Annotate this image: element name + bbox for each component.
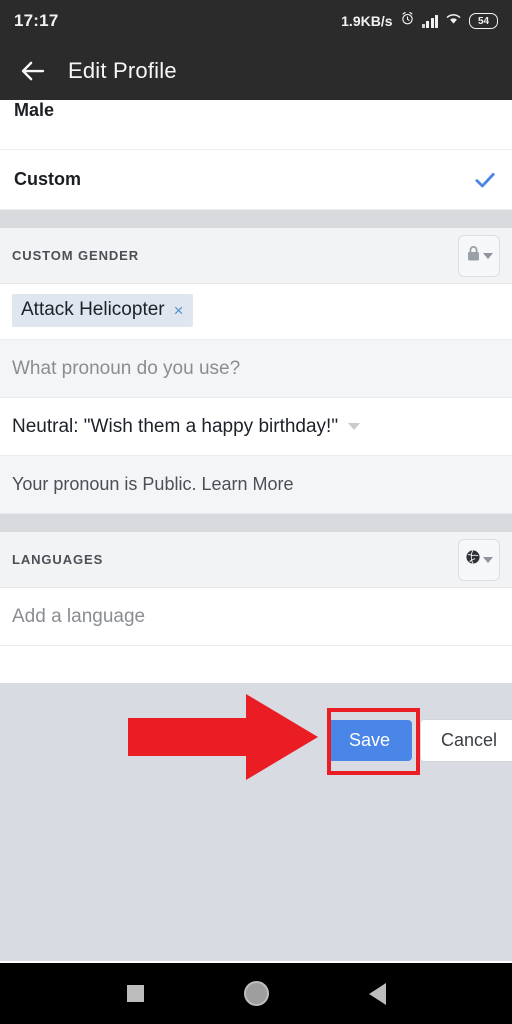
check-icon: [472, 167, 498, 193]
gender-option-male[interactable]: Male: [0, 100, 512, 150]
gender-option-custom[interactable]: Custom: [0, 150, 512, 210]
section-divider: [0, 514, 512, 532]
red-right-arrow-annotation: [128, 692, 318, 782]
chevron-down-icon: [348, 423, 361, 430]
chevron-down-icon: [482, 252, 493, 259]
status-clock: 17:17: [14, 11, 59, 30]
custom-gender-chip-row: Attack Helicopter ×: [0, 284, 512, 340]
android-navigation-bar: [0, 963, 512, 1024]
home-circle-icon[interactable]: [243, 981, 269, 1006]
lock-icon: [466, 245, 481, 267]
add-language-placeholder: Add a language: [12, 605, 146, 627]
cellular-signal-icon: [421, 14, 438, 28]
status-icons: 1.9KB/s 54: [341, 11, 498, 31]
add-language-input[interactable]: Add a language: [0, 588, 512, 646]
privacy-note-text: Your pronoun is Public. Learn More: [12, 474, 294, 494]
back-arrow-icon[interactable]: [18, 56, 48, 86]
pronoun-select[interactable]: Neutral: "Wish them a happy birthday!": [0, 398, 512, 456]
alarm-clock-icon: [400, 11, 415, 31]
section-divider: [0, 210, 512, 228]
languages-privacy-button[interactable]: [458, 538, 500, 581]
page-title: Edit Profile: [68, 58, 177, 83]
wifi-icon: [445, 12, 462, 31]
gender-option-label: Male: [14, 100, 55, 120]
battery-indicator: 54: [469, 13, 498, 29]
save-button[interactable]: Save: [326, 720, 412, 761]
pronoun-privacy-note[interactable]: Your pronoun is Public. Learn More: [0, 456, 512, 514]
back-triangle-icon[interactable]: [368, 982, 386, 1005]
cancel-button[interactable]: Cancel: [419, 719, 512, 762]
custom-gender-privacy-button[interactable]: [458, 234, 500, 277]
chip-label: Attack Helicopter: [21, 299, 165, 320]
languages-section-header: LANGUAGES: [0, 532, 512, 588]
settings-content: Male Custom CUSTOM GENDER Attack Helicop…: [0, 100, 512, 683]
section-title: LANGUAGES: [12, 552, 104, 567]
chevron-down-icon: [483, 556, 493, 563]
close-icon[interactable]: ×: [174, 302, 184, 319]
status-bar: 17:17 1.9KB/s 54: [0, 0, 512, 42]
custom-gender-chip[interactable]: Attack Helicopter ×: [12, 294, 193, 327]
pronoun-placeholder-label: What pronoun do you use?: [12, 357, 241, 379]
footer-button-row: Save Cancel: [326, 719, 512, 762]
network-speed-label: 1.9KB/s: [341, 13, 393, 29]
pronoun-placeholder-row[interactable]: What pronoun do you use?: [0, 340, 512, 398]
gender-option-label: Custom: [14, 169, 81, 189]
app-bar: Edit Profile: [0, 42, 512, 100]
globe-icon: [465, 549, 481, 570]
phone-screen: 17:17 1.9KB/s 54 Edit Profile Male Custo…: [0, 0, 512, 1024]
recents-square-icon[interactable]: [126, 985, 144, 1002]
custom-gender-section-header: CUSTOM GENDER: [0, 228, 512, 284]
section-title: CUSTOM GENDER: [12, 248, 140, 263]
pronoun-value: Neutral: "Wish them a happy birthday!": [12, 415, 339, 437]
